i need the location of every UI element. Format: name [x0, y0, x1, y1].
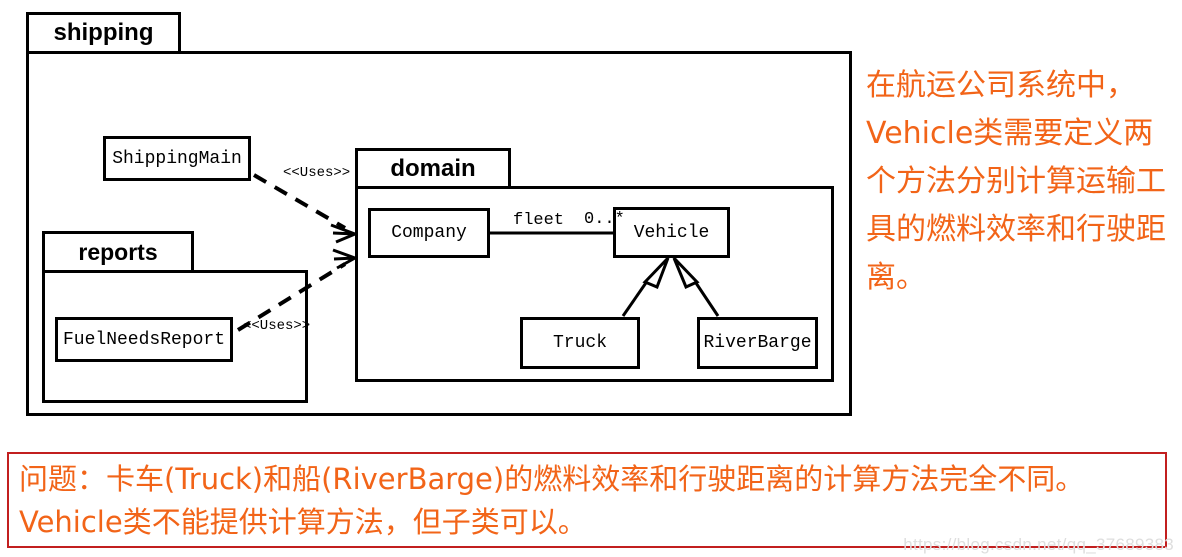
- class-label-shipping-main: ShippingMain: [112, 148, 242, 169]
- uses-label-text-report: <<Uses>>: [243, 318, 311, 334]
- dependency-label-uses-report: <<Uses>>: [243, 318, 310, 334]
- class-box-vehicle[interactable]: Vehicle: [613, 207, 730, 258]
- association-role-label-fleet: fleet: [513, 211, 564, 230]
- class-box-fuel-needs-report[interactable]: FuelNeedsReport: [55, 317, 233, 362]
- watermark-text: https://blog.csdn.net/qq_37689383: [903, 535, 1174, 554]
- problem-statement-text: 问题：卡车(Truck)和船(RiverBarge)的燃料效率和行驶距离的计算方…: [19, 462, 1085, 539]
- package-label-domain: domain: [390, 154, 476, 182]
- class-box-shipping-main[interactable]: ShippingMain: [103, 136, 251, 181]
- dependency-label-uses-main: <<Uses>>: [283, 165, 350, 181]
- class-label-river-barge: RiverBarge: [703, 333, 812, 353]
- fleet-label-text: fleet: [513, 211, 565, 230]
- class-box-company[interactable]: Company: [368, 208, 490, 258]
- multiplicity-label-text: 0..*: [584, 210, 625, 229]
- uml-diagram-canvas: shipping reports domain ShippingMain Fue…: [0, 0, 1182, 557]
- class-box-truck[interactable]: Truck: [520, 317, 640, 369]
- package-label-shipping: shipping: [53, 19, 154, 46]
- side-note-text: 在航运公司系统中，Vehicle类需要定义两个方法分别计算运输工具的燃料效率和行…: [866, 68, 1166, 295]
- class-label-truck: Truck: [552, 333, 607, 353]
- uses-label-text-main: <<Uses>>: [283, 165, 351, 181]
- class-label-company: Company: [391, 223, 467, 243]
- package-tab-shipping: shipping: [26, 12, 181, 54]
- class-box-river-barge[interactable]: RiverBarge: [697, 317, 818, 369]
- class-label-fuel-needs-report: FuelNeedsReport: [62, 329, 226, 350]
- package-tab-reports: reports: [42, 231, 194, 273]
- association-multiplicity-label: 0..*: [584, 210, 625, 229]
- problem-statement-box: 问题：卡车(Truck)和船(RiverBarge)的燃料效率和行驶距离的计算方…: [7, 452, 1167, 548]
- class-label-vehicle: Vehicle: [633, 222, 710, 243]
- package-tab-domain: domain: [355, 148, 511, 189]
- package-label-reports: reports: [78, 238, 158, 265]
